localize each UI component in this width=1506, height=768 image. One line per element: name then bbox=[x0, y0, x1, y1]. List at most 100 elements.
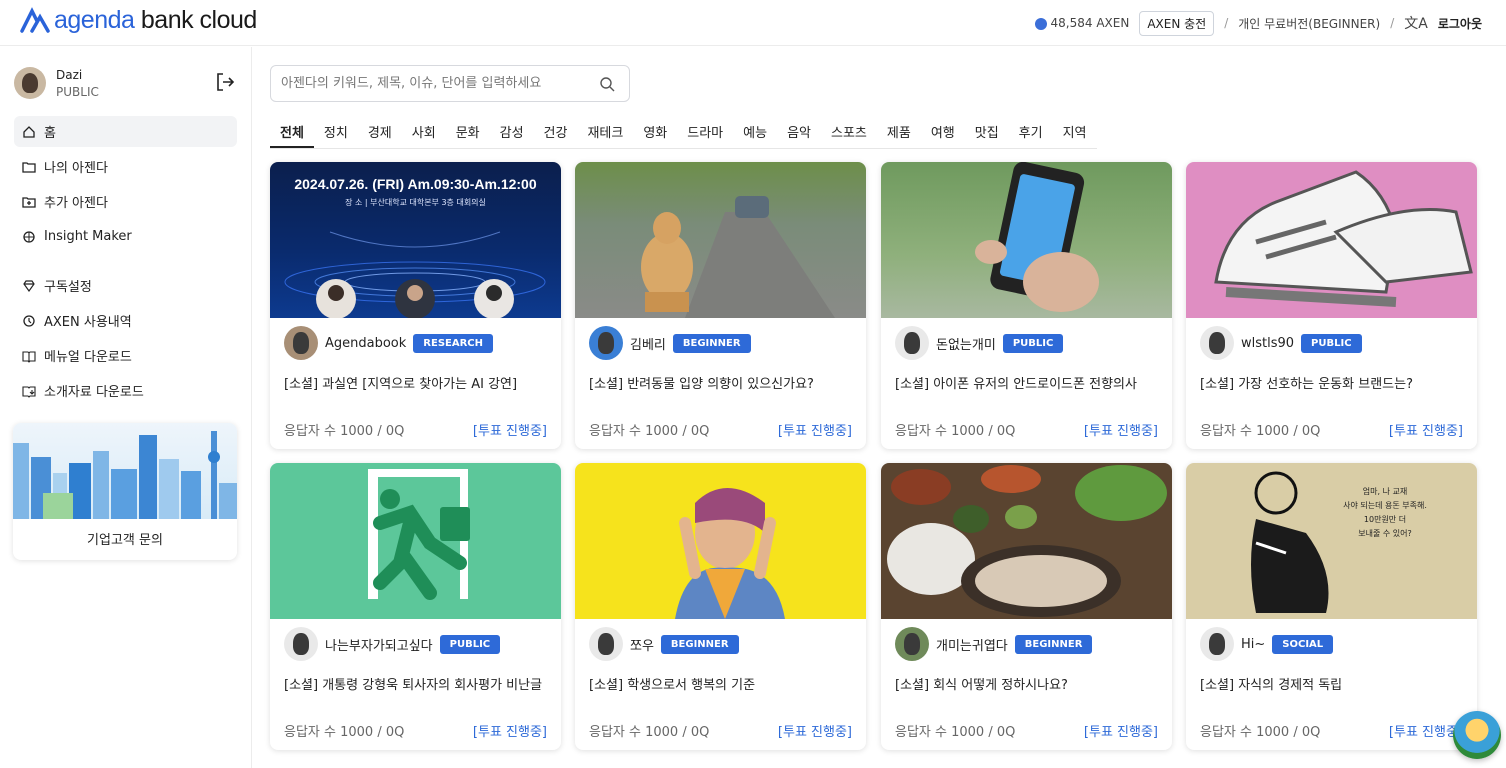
card-footer: 응답자 수 1000 / 0Q [투표 진행중] bbox=[1200, 721, 1463, 740]
speech-line: 사야 되는데 용돈 부족해. bbox=[1343, 501, 1427, 510]
card-footer: 응답자 수 1000 / 0Q [투표 진행중] bbox=[895, 420, 1158, 439]
author-name[interactable]: wlstls90 bbox=[1241, 336, 1294, 351]
sidebar-item-label: 추가 아젠다 bbox=[44, 196, 108, 211]
sidebar-item-home[interactable]: 홈 bbox=[14, 116, 237, 147]
sidebar-item-label: AXEN 사용내역 bbox=[44, 315, 132, 330]
author-name[interactable]: 쪼우 bbox=[630, 635, 654, 654]
agenda-card[interactable]: 김베리 BEGINNER [소셜] 반려동물 입양 의향이 있으신가요? 응답자… bbox=[575, 162, 866, 449]
card-image: 엄마, 나 교재 사야 되는데 용돈 부족해. 10만원만 더 보내줄 수 있어… bbox=[1186, 463, 1477, 619]
agenda-card[interactable]: 쪼우 BEGINNER [소셜] 학생으로서 행복의 기준 응답자 수 1000… bbox=[575, 463, 866, 750]
card-title[interactable]: [소셜] 가장 선호하는 운동화 브랜드는? bbox=[1200, 373, 1463, 393]
author-name[interactable]: 돈없는개미 bbox=[936, 334, 996, 353]
agenda-card[interactable]: wlstls90 PUBLIC [소셜] 가장 선호하는 운동화 브랜드는? 응… bbox=[1186, 162, 1477, 449]
tab-category[interactable]: 제품 bbox=[877, 117, 921, 148]
agenda-card[interactable]: 엄마, 나 교재 사야 되는데 용돈 부족해. 10만원만 더 보내줄 수 있어… bbox=[1186, 463, 1477, 750]
card-footer: 응답자 수 1000 / 0Q [투표 진행중] bbox=[284, 721, 547, 740]
vote-status-link[interactable]: [투표 진행중] bbox=[1084, 420, 1158, 439]
floating-help-button[interactable] bbox=[1453, 711, 1501, 759]
tab-category[interactable]: 사회 bbox=[402, 117, 446, 148]
sidebar-item-my-agenda[interactable]: 나의 아젠다 bbox=[14, 151, 237, 182]
response-count: 응답자 수 1000 / 0Q bbox=[1200, 424, 1321, 439]
card-author: 쪼우 BEGINNER bbox=[589, 626, 852, 662]
city-illustration bbox=[13, 423, 237, 519]
logo[interactable]: agenda bank cloud bbox=[20, 6, 257, 35]
tab-category[interactable]: 영화 bbox=[633, 117, 677, 148]
agenda-card[interactable]: 나는부자가되고싶다 PUBLIC [소셜] 개통령 강형욱 퇴사자의 회사평가 … bbox=[270, 463, 561, 750]
card-image bbox=[1186, 162, 1477, 318]
avatar[interactable] bbox=[14, 67, 46, 99]
plan-label[interactable]: 개인 무료버전(BEGINNER) bbox=[1238, 15, 1380, 32]
author-name[interactable]: 개미는귀엽다 bbox=[936, 635, 1008, 654]
logout-link[interactable]: 로그아웃 bbox=[1438, 15, 1482, 32]
tab-category[interactable]: 문화 bbox=[446, 117, 490, 148]
card-image bbox=[881, 162, 1172, 318]
author-name[interactable]: 나는부자가되고싶다 bbox=[325, 635, 433, 654]
author-name[interactable]: Hi~ bbox=[1241, 637, 1265, 652]
card-author: 개미는귀엽다 BEGINNER bbox=[895, 626, 1158, 662]
avatar[interactable] bbox=[1200, 326, 1234, 360]
tab-category[interactable]: 스포츠 bbox=[821, 117, 877, 148]
vote-status-link[interactable]: [투표 진행중] bbox=[778, 420, 852, 439]
tab-category[interactable]: 지역 bbox=[1053, 117, 1097, 148]
tab-category[interactable]: 건강 bbox=[534, 117, 578, 148]
sidebar-item-axen-history[interactable]: AXEN 사용내역 bbox=[14, 305, 237, 336]
card-image bbox=[575, 463, 866, 619]
card-title[interactable]: [소셜] 반려동물 입양 의향이 있으신가요? bbox=[589, 373, 852, 393]
vote-status-link[interactable]: [투표 진행중] bbox=[778, 721, 852, 740]
avatar[interactable] bbox=[284, 627, 318, 661]
avatar[interactable] bbox=[895, 326, 929, 360]
home-icon bbox=[23, 125, 35, 138]
response-count: 응답자 수 1000 / 0Q bbox=[895, 424, 1016, 439]
agenda-card[interactable]: 돈없는개미 PUBLIC [소셜] 아이폰 유저의 안드로이드폰 전향의사 응답… bbox=[881, 162, 1172, 449]
tab-category[interactable]: 예능 bbox=[733, 117, 777, 148]
tab-category[interactable]: 음악 bbox=[777, 117, 821, 148]
search-icon[interactable] bbox=[599, 76, 615, 92]
author-name[interactable]: Agendabook bbox=[325, 336, 406, 351]
tab-category[interactable]: 경제 bbox=[358, 117, 402, 148]
card-image bbox=[270, 463, 561, 619]
avatar[interactable] bbox=[589, 326, 623, 360]
sign-out-icon[interactable] bbox=[214, 71, 236, 93]
avatar[interactable] bbox=[589, 627, 623, 661]
vote-status-link[interactable]: [투표 진행중] bbox=[1389, 721, 1463, 740]
card-title[interactable]: [소셜] 회식 어떻게 정하시나요? bbox=[895, 674, 1158, 694]
tab-category[interactable]: 드라마 bbox=[677, 117, 733, 148]
sidebar-item-insight-maker[interactable]: Insight Maker bbox=[14, 221, 237, 252]
avatar[interactable] bbox=[284, 326, 318, 360]
search-input[interactable] bbox=[271, 66, 581, 101]
sidebar-item-extra-agenda[interactable]: 추가 아젠다 bbox=[14, 186, 237, 217]
avatar[interactable] bbox=[1200, 627, 1234, 661]
avatar[interactable] bbox=[895, 627, 929, 661]
card-image bbox=[881, 463, 1172, 619]
status-badge: BEGINNER bbox=[672, 333, 751, 353]
card-title[interactable]: [소셜] 자식의 경제적 독립 bbox=[1200, 674, 1463, 694]
sidebar-item-manual-download[interactable]: 메뉴얼 다운로드 bbox=[14, 340, 237, 371]
sidebar-item-label: 나의 아젠다 bbox=[44, 161, 108, 176]
author-name[interactable]: 김베리 bbox=[630, 334, 666, 353]
tab-category[interactable]: 재테크 bbox=[577, 117, 633, 148]
card-title[interactable]: [소셜] 개통령 강형욱 퇴사자의 회사평가 비난글 bbox=[284, 674, 547, 694]
agenda-card[interactable]: 개미는귀엽다 BEGINNER [소셜] 회식 어떻게 정하시나요? 응답자 수… bbox=[881, 463, 1172, 750]
card-title[interactable]: [소셜] 아이폰 유저의 안드로이드폰 전향의사 bbox=[895, 373, 1158, 393]
tab-category[interactable]: 감성 bbox=[490, 117, 534, 148]
vote-status-link[interactable]: [투표 진행중] bbox=[473, 420, 547, 439]
sidebar-item-label: Insight Maker bbox=[44, 229, 132, 244]
tab-category[interactable]: 전체 bbox=[270, 117, 314, 148]
card-title[interactable]: [소셜] 학생으로서 행복의 기준 bbox=[589, 674, 852, 694]
tab-category[interactable]: 맛집 bbox=[965, 117, 1009, 148]
header-right: 48,584 AXEN AXEN 충전 / 개인 무료버전(BEGINNER) … bbox=[1034, 0, 1482, 46]
card-image: 2024.07.26. (FRI) Am.09:30-Am.12:00 장 소 … bbox=[270, 162, 561, 318]
sidebar-item-intro-download[interactable]: 소개자료 다운로드 bbox=[14, 375, 237, 406]
sidebar-item-subscription[interactable]: 구독설정 bbox=[14, 270, 237, 301]
tab-category[interactable]: 정치 bbox=[314, 117, 358, 148]
agenda-card[interactable]: 2024.07.26. (FRI) Am.09:30-Am.12:00 장 소 … bbox=[270, 162, 561, 449]
translate-icon[interactable]: 文A bbox=[1404, 13, 1428, 33]
vote-status-link[interactable]: [투표 진행중] bbox=[1389, 420, 1463, 439]
tab-category[interactable]: 후기 bbox=[1009, 117, 1053, 148]
tab-category[interactable]: 여행 bbox=[921, 117, 965, 148]
axen-charge-button[interactable]: AXEN 충전 bbox=[1139, 10, 1215, 36]
vote-status-link[interactable]: [투표 진행중] bbox=[473, 721, 547, 740]
card-title[interactable]: [소셜] 과실연 [지역으로 찾아가는 AI 강연] bbox=[284, 373, 547, 393]
vote-status-link[interactable]: [투표 진행중] bbox=[1084, 721, 1158, 740]
enterprise-inquiry-card[interactable]: 기업고객 문의 bbox=[13, 423, 237, 560]
